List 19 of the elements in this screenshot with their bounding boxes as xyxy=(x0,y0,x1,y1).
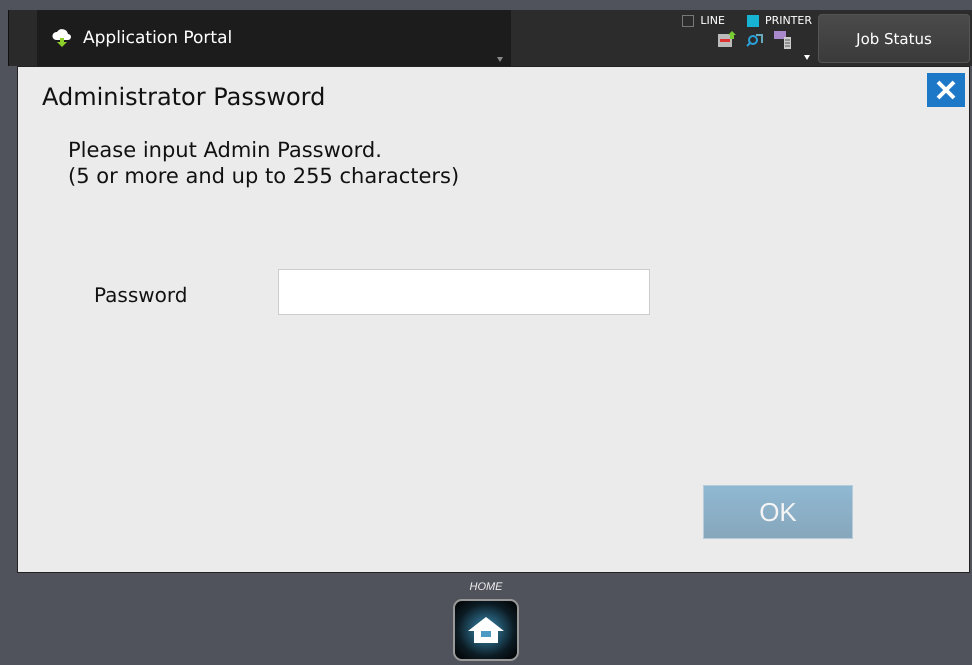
computer-printer-icon xyxy=(774,31,792,49)
app-title: Application Portal xyxy=(83,28,232,48)
home-label: HOME xyxy=(470,581,502,593)
dropdown-arrow-icon xyxy=(804,55,810,60)
document-upload-icon xyxy=(718,31,736,47)
field-label: Password xyxy=(94,283,188,307)
instruction-text: Please input Admin Password. (5 or more and up to 255 characters) xyxy=(68,137,460,190)
close-button[interactable] xyxy=(927,73,965,107)
app-selector[interactable]: Application Portal xyxy=(37,10,511,66)
dialog-title: Administrator Password xyxy=(42,83,326,111)
job-status-button[interactable]: Job Status xyxy=(818,14,970,63)
password-field[interactable] xyxy=(278,269,650,315)
indicator-label: PRINTER xyxy=(764,14,812,27)
cloud-download-icon xyxy=(51,29,73,47)
close-icon xyxy=(935,79,957,101)
magnifier-icon xyxy=(746,31,764,47)
home-button[interactable] xyxy=(453,599,519,661)
house-icon xyxy=(467,616,505,644)
indicator-label: LINE xyxy=(700,14,725,27)
